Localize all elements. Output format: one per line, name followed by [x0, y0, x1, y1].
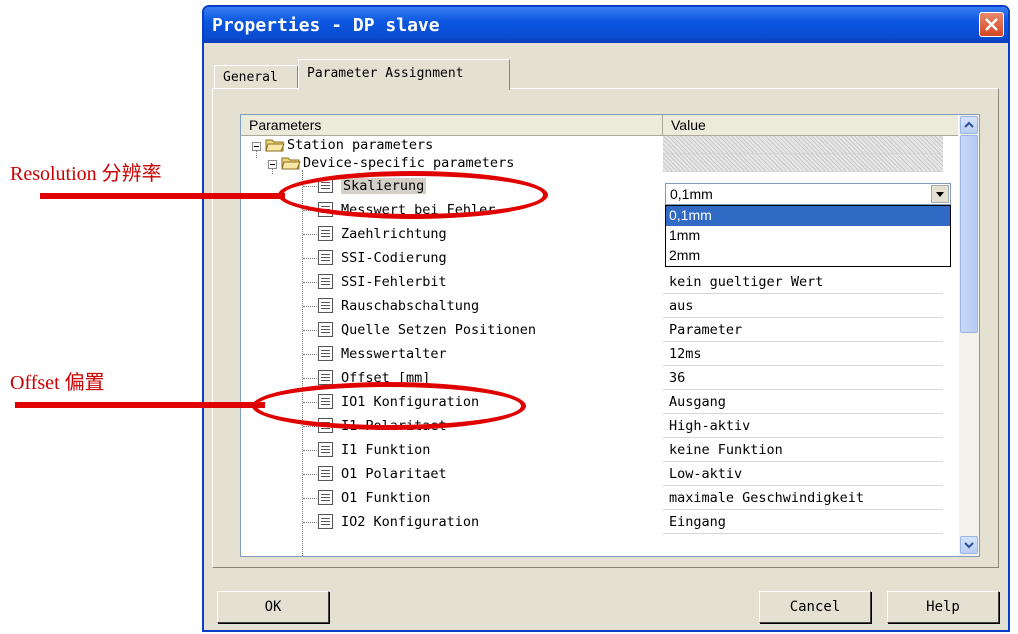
- cancel-button[interactable]: Cancel: [759, 591, 871, 623]
- resolution-pointer-line: [40, 193, 285, 199]
- folder-open-icon: [281, 157, 301, 170]
- parameter-icon: [318, 274, 333, 289]
- properties-window: Properties - DP slave General Parameter …: [202, 5, 1010, 632]
- value-cell-station: [663, 136, 943, 154]
- tab-general[interactable]: General: [214, 65, 298, 89]
- column-header-value[interactable]: Value: [663, 115, 958, 136]
- parameter-name: O1 Polaritaet: [341, 466, 447, 482]
- parameter-name: Quelle Setzen Positionen: [341, 322, 537, 338]
- tab-panel: Parameters Value Station parameters Devi…: [212, 88, 999, 568]
- scroll-up-button[interactable]: [960, 116, 978, 134]
- dropdown-list: 0,1mm 1mm 2mm: [665, 205, 951, 267]
- collapse-icon[interactable]: [268, 160, 277, 169]
- parameter-value[interactable]: kein gueltiger Wert: [663, 270, 943, 294]
- title-bar[interactable]: Properties - DP slave: [204, 7, 1008, 43]
- ok-button[interactable]: OK: [217, 591, 329, 623]
- tree-label: Station parameters: [287, 137, 434, 153]
- parameter-icon: [318, 322, 333, 337]
- parameter-name: Messwertalter: [341, 346, 447, 362]
- parameter-name: I1 Funktion: [341, 442, 431, 458]
- offset-highlight-ellipse: [252, 382, 526, 430]
- offset-pointer-line: [15, 402, 265, 408]
- parameter-value[interactable]: Parameter: [663, 318, 943, 342]
- parameter-name: SSI-Fehlerbit: [341, 274, 447, 290]
- chevron-down-icon: [964, 542, 974, 549]
- dropdown-option[interactable]: 1mm: [666, 226, 950, 246]
- parameter-icon: [318, 490, 333, 505]
- vertical-scrollbar[interactable]: [959, 115, 979, 556]
- value-cell-device: [663, 154, 943, 172]
- parameter-value[interactable]: High-aktiv: [663, 414, 943, 438]
- scroll-thumb[interactable]: [960, 135, 978, 333]
- chevron-up-icon: [964, 121, 974, 128]
- column-header-parameters[interactable]: Parameters: [241, 115, 663, 136]
- select-value: 0,1mm: [670, 186, 713, 202]
- parameter-icon: [318, 466, 333, 481]
- folder-open-icon: [265, 139, 285, 152]
- parameter-name: IO2 Konfiguration: [341, 514, 480, 530]
- parameter-value[interactable]: maximale Geschwindigkeit: [663, 486, 943, 510]
- tab-parameter-assignment[interactable]: Parameter Assignment: [298, 59, 510, 90]
- chevron-down-icon: [936, 192, 944, 197]
- dropdown-option[interactable]: 0,1mm: [666, 206, 950, 226]
- parameter-icon: [318, 298, 333, 313]
- help-button[interactable]: Help: [887, 591, 999, 623]
- parameter-value[interactable]: 12ms: [663, 342, 943, 366]
- collapse-icon[interactable]: [252, 142, 261, 151]
- skalierung-select[interactable]: 0,1mm: [665, 183, 951, 205]
- parameter-icon: [318, 442, 333, 457]
- offset-annotation: Offset 偏置: [10, 372, 105, 394]
- parameter-value[interactable]: 36: [663, 366, 943, 390]
- parameter-value[interactable]: Ausgang: [663, 390, 943, 414]
- parameter-name: Zaehlrichtung: [341, 226, 447, 242]
- resolution-highlight-ellipse: [278, 171, 548, 219]
- parameter-name: SSI-Codierung: [341, 250, 447, 266]
- parameter-icon: [318, 346, 333, 361]
- dropdown-option[interactable]: 2mm: [666, 246, 950, 266]
- parameter-icon: [318, 226, 333, 241]
- parameter-value[interactable]: Low-aktiv: [663, 462, 943, 486]
- tab-parameter-assignment-label: Parameter Assignment: [307, 66, 464, 81]
- parameter-icon: [318, 370, 333, 385]
- window-title: Properties - DP slave: [212, 15, 440, 36]
- parameter-icon: [318, 514, 333, 529]
- close-button[interactable]: [979, 12, 1004, 37]
- parameter-value[interactable]: keine Funktion: [663, 438, 943, 462]
- parameter-value[interactable]: aus: [663, 294, 943, 318]
- close-icon: [985, 18, 998, 31]
- tab-general-label: General: [223, 70, 278, 85]
- parameter-name: Rauschabschaltung: [341, 298, 480, 314]
- resolution-annotation: Resolution 分辨率: [10, 163, 162, 185]
- tree-label: Device-specific parameters: [303, 155, 515, 171]
- dropdown-arrow-button[interactable]: [931, 185, 949, 203]
- parameter-icon: [318, 250, 333, 265]
- parameter-value[interactable]: Eingang: [663, 510, 943, 534]
- parameter-name: O1 Funktion: [341, 490, 431, 506]
- scroll-down-button[interactable]: [960, 536, 978, 554]
